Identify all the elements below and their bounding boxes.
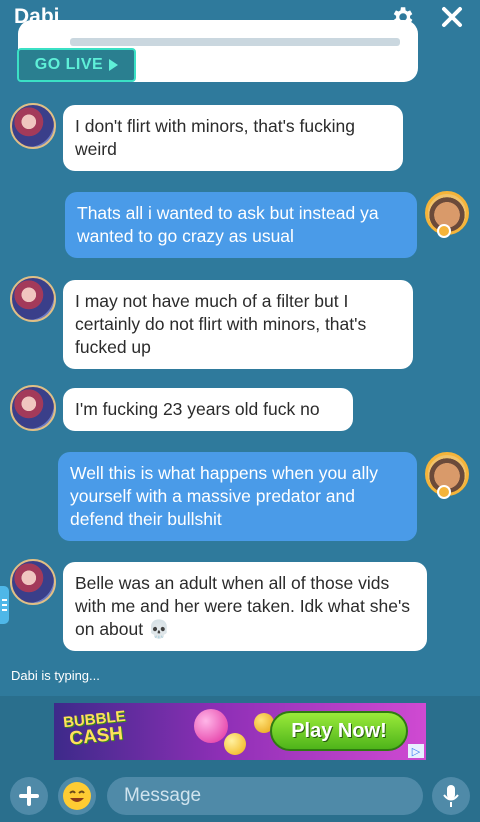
avatar-dabi[interactable] [10, 103, 56, 149]
message-text: I may not have much of a filter but I ce… [75, 291, 367, 357]
ad-bubble-decoration [224, 733, 246, 755]
gear-icon[interactable] [388, 3, 416, 31]
message-bubble[interactable]: I'm fucking 23 years old fuck no [63, 388, 353, 431]
chat-title: Dabi [14, 5, 60, 28]
message-text: Thats all i wanted to ask but instead ya… [77, 203, 379, 246]
message-bubble[interactable]: I may not have much of a filter but I ce… [63, 280, 413, 369]
ad-play-now-button[interactable]: Play Now! [270, 711, 408, 751]
avatar-dabi[interactable] [10, 385, 56, 431]
message-text: I'm fucking 23 years old fuck no [75, 399, 320, 419]
microphone-icon [443, 785, 459, 807]
emoji-button[interactable] [58, 777, 96, 815]
message-input-bar [0, 768, 480, 822]
level-badge-icon [437, 485, 451, 499]
message-text: Well this is what happens when you ally … [70, 463, 379, 529]
add-button[interactable] [10, 777, 48, 815]
ad-banner-area: BUBBLE CASH Play Now! ▷ [0, 696, 480, 768]
smiley-icon [63, 782, 91, 810]
typing-indicator: Dabi is typing... [11, 668, 100, 683]
message-input[interactable] [107, 777, 423, 815]
ad-logo: BUBBLE CASH [62, 707, 127, 750]
message-bubble[interactable]: I don't flirt with minors, that's fuckin… [63, 105, 403, 171]
message-bubble[interactable]: Belle was an adult when all of those vid… [63, 562, 427, 651]
voice-button[interactable] [432, 777, 470, 815]
message-bubble[interactable]: Thats all i wanted to ask but instead ya… [65, 192, 417, 258]
plus-icon [19, 786, 39, 806]
ad-banner[interactable]: BUBBLE CASH Play Now! ▷ [54, 703, 426, 760]
side-drawer-handle[interactable] [0, 586, 9, 624]
ad-bubble-decoration [194, 709, 228, 743]
ad-choices-icon[interactable]: ▷ [408, 744, 424, 758]
message-bubble[interactable]: Well this is what happens when you ally … [58, 452, 417, 541]
avatar-dabi[interactable] [10, 276, 56, 322]
go-live-label: GO LIVE [34, 56, 104, 73]
message-text: I don't flirt with minors, that's fuckin… [75, 116, 355, 159]
close-icon[interactable] [438, 3, 466, 31]
header-bar: Dabi [0, 0, 480, 34]
avatar-dabi[interactable] [10, 559, 56, 605]
previous-message-text-cut [70, 38, 400, 46]
play-icon [109, 59, 119, 71]
message-text: Belle was an adult when all of those vid… [75, 573, 411, 639]
level-badge-icon [437, 224, 451, 238]
go-live-button[interactable]: GO LIVE [17, 48, 136, 82]
chat-area[interactable]: GO LIVE I don't flirt with minors, that'… [0, 0, 480, 700]
